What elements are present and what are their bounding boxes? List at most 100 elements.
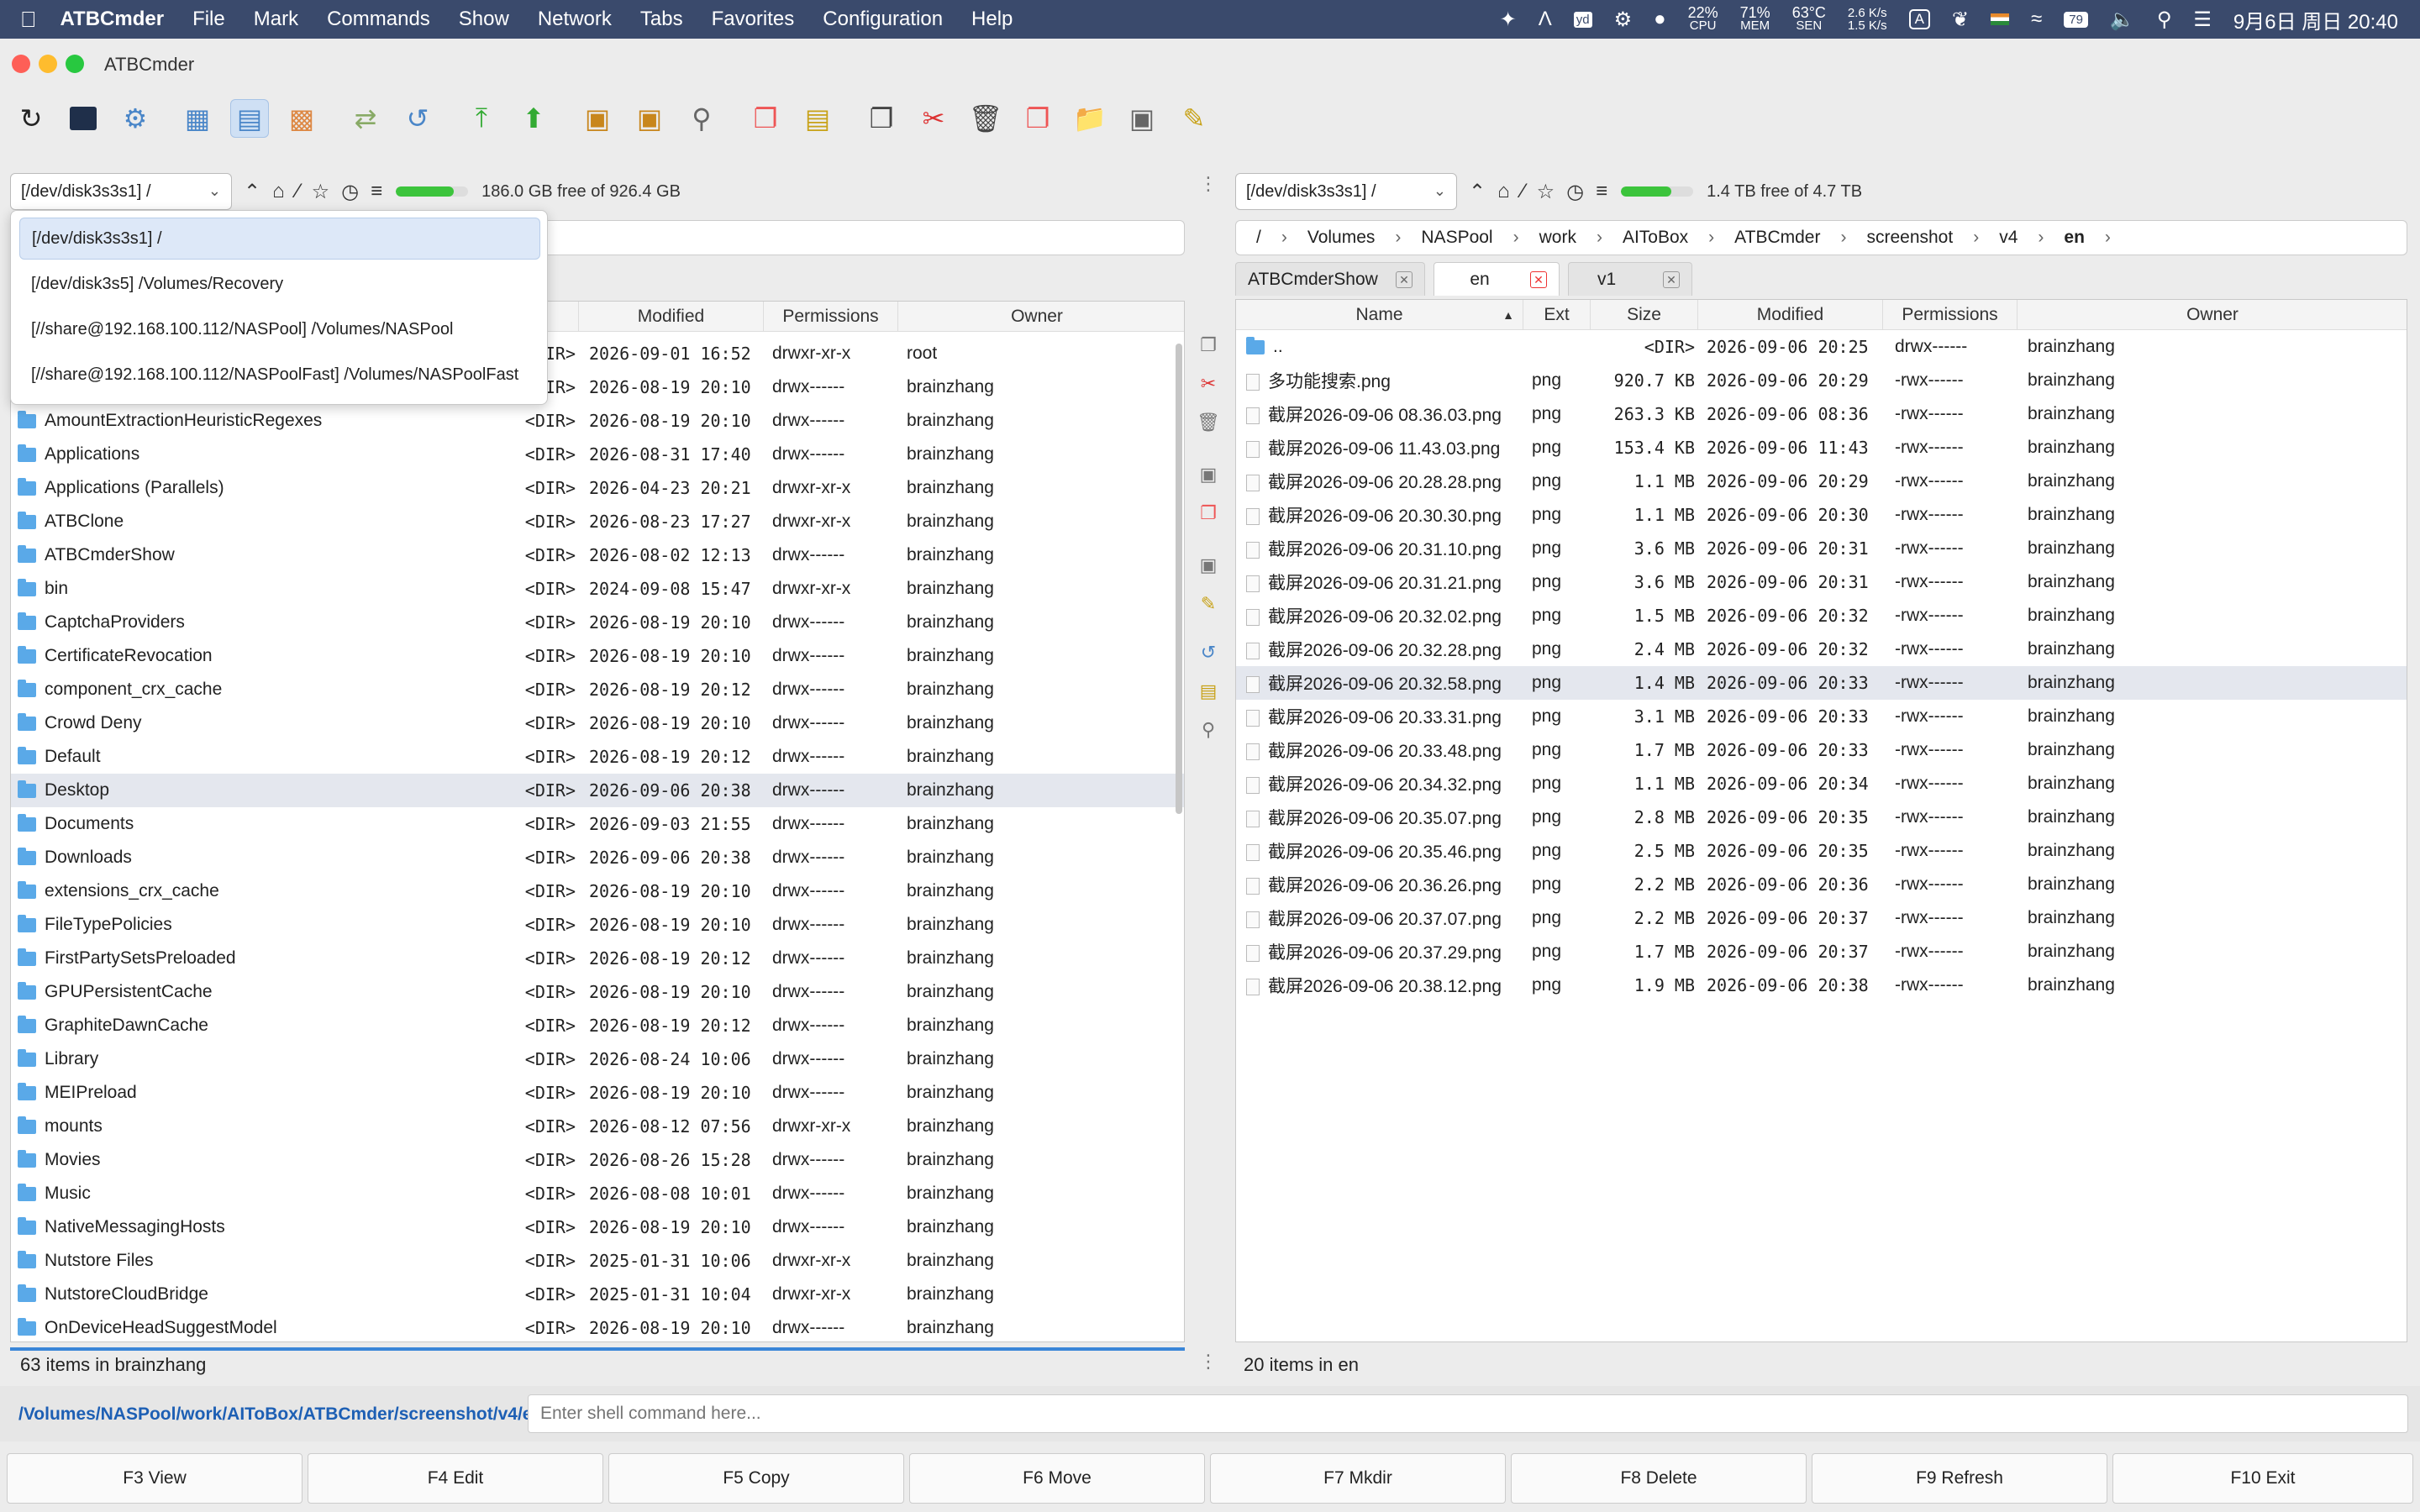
table-row[interactable]: AmountExtractionHeuristicRegexes <DIR> 202… bbox=[11, 404, 1184, 438]
breadcrumb-item[interactable]: v4 bbox=[1999, 228, 2018, 248]
search-icon[interactable]: ⚲ bbox=[2157, 8, 2172, 32]
menu-favorites[interactable]: Favorites bbox=[712, 8, 795, 31]
control-center-icon[interactable]: ☰ bbox=[2193, 8, 2212, 32]
go-up-icon[interactable]: ⬆ bbox=[514, 99, 553, 138]
table-row[interactable]: .. <DIR> 2026-09-06 20:25 drwx------ brainzh… bbox=[1236, 330, 2407, 364]
f3-view-button[interactable]: F3 View bbox=[7, 1453, 302, 1504]
table-row[interactable]: Movies <DIR> 2026-08-26 15:28 drwx------ bra… bbox=[11, 1143, 1184, 1177]
parent-dir-icon[interactable]: ⌃ bbox=[1469, 180, 1486, 204]
refresh-icon[interactable]: ↻ bbox=[12, 99, 50, 138]
drive-option[interactable]: [/dev/disk3s3s1] / bbox=[19, 218, 540, 260]
history-icon[interactable]: ◷ bbox=[341, 180, 359, 204]
table-row[interactable]: 截屏2026-09-06 20.38.12.png png 1.9 MB 2026-0… bbox=[1236, 969, 2407, 1002]
breadcrumb-item[interactable]: Volumes bbox=[1307, 228, 1376, 248]
table-row[interactable]: 截屏2026-09-06 20.35.46.png png 2.5 MB 2026-0… bbox=[1236, 834, 2407, 868]
menu-network[interactable]: Network bbox=[538, 8, 612, 31]
home-icon[interactable]: ⌂ bbox=[1497, 180, 1510, 203]
home-icon[interactable]: ⌂ bbox=[272, 180, 285, 203]
left-col-modified[interactable]: Modified bbox=[579, 302, 764, 332]
root-icon[interactable]: ∕ bbox=[1522, 180, 1525, 203]
input-method-icon[interactable]: A bbox=[1908, 9, 1930, 29]
table-row[interactable]: GPUPersistentCache <DIR> 2026-08-19 20:10 d… bbox=[11, 975, 1184, 1009]
minimize-window-button[interactable] bbox=[39, 55, 57, 73]
unpack-icon[interactable]: ▣ bbox=[630, 99, 669, 138]
table-row[interactable]: 截屏2026-09-06 08.36.03.png png 263.3 KB 2026… bbox=[1236, 397, 2407, 431]
menu-commands[interactable]: Commands bbox=[327, 8, 430, 31]
mid-copy-icon[interactable]: ❐ bbox=[1192, 334, 1225, 356]
table-row[interactable]: NutstoreCloudBridge <DIR> 2025-01-31 10:04… bbox=[11, 1278, 1184, 1311]
table-row[interactable]: Desktop <DIR> 2026-09-06 20:38 drwx------ br… bbox=[11, 774, 1184, 807]
table-row[interactable]: ATBCmderShow <DIR> 2026-08-02 12:13 drwx---… bbox=[11, 538, 1184, 572]
zoom-window-button[interactable] bbox=[66, 55, 84, 73]
table-row[interactable]: Crowd Deny <DIR> 2026-08-19 20:10 drwx-----… bbox=[11, 706, 1184, 740]
font-icon[interactable]: Λ bbox=[1539, 8, 1552, 31]
right-col-ext[interactable]: Ext bbox=[1523, 300, 1591, 330]
table-row[interactable]: 截屏2026-09-06 20.37.29.png png 1.7 MB 2026-0… bbox=[1236, 935, 2407, 969]
volume-icon[interactable]: 🔈 bbox=[2110, 8, 2135, 32]
table-row[interactable]: NativeMessagingHosts <DIR> 2026-08-19 20:1… bbox=[11, 1210, 1184, 1244]
breadcrumb-item[interactable]: screenshot bbox=[1866, 228, 1953, 248]
shell-command-input[interactable] bbox=[528, 1394, 2408, 1433]
close-icon[interactable]: ✕ bbox=[1396, 271, 1413, 288]
notes-icon[interactable]: ▤ bbox=[798, 99, 837, 138]
f10-exit-button[interactable]: F10 Exit bbox=[2112, 1453, 2413, 1504]
table-row[interactable]: Default <DIR> 2026-08-19 20:12 drwx------ br… bbox=[11, 740, 1184, 774]
f6-move-button[interactable]: F6 Move bbox=[909, 1453, 1205, 1504]
table-row[interactable]: Library <DIR> 2026-08-24 10:06 drwx------ br… bbox=[11, 1042, 1184, 1076]
breadcrumb-item[interactable]: AIToBox bbox=[1623, 228, 1688, 248]
compare-dirs-icon[interactable]: ⇄ bbox=[346, 99, 385, 138]
table-row[interactable]: component_crx_cache <DIR> 2026-08-19 20:12… bbox=[11, 673, 1184, 706]
cpu-stat[interactable]: 22% CPU bbox=[1688, 5, 1718, 32]
mid-notes-icon[interactable]: ▤ bbox=[1192, 680, 1225, 702]
full-view-icon[interactable]: ▤ bbox=[230, 99, 269, 138]
history-icon[interactable]: ◷ bbox=[1566, 180, 1584, 204]
sync-dirs-icon[interactable]: ↺ bbox=[398, 99, 437, 138]
battery-indicator[interactable]: 79 bbox=[2064, 11, 2088, 28]
go-root-icon[interactable]: ⤒ bbox=[462, 99, 501, 138]
cut-icon[interactable]: ✂ bbox=[914, 99, 953, 138]
drive-option[interactable]: [//share@192.168.100.112/NASPoolFast] /V… bbox=[19, 354, 540, 396]
table-row[interactable]: 截屏2026-09-06 20.32.28.png png 2.4 MB 2026-0… bbox=[1236, 633, 2407, 666]
menu-configuration[interactable]: Configuration bbox=[823, 8, 943, 31]
apple-icon[interactable]:  bbox=[20, 7, 37, 33]
app-status-icon[interactable]: yd bbox=[1573, 11, 1592, 28]
copy-icon[interactable]: ❐ bbox=[862, 99, 901, 138]
table-row[interactable]: 截屏2026-09-06 20.31.21.png png 3.6 MB 2026-0… bbox=[1236, 565, 2407, 599]
table-row[interactable]: extensions_crx_cache <DIR> 2026-08-19 20:1… bbox=[11, 874, 1184, 908]
terminal-icon[interactable] bbox=[64, 99, 103, 138]
table-row[interactable]: 截屏2026-09-06 20.31.10.png png 3.6 MB 2026-0… bbox=[1236, 532, 2407, 565]
table-row[interactable]: 多功能搜索.png png 920.7 KB 2026-09-06 20:29 -rwx… bbox=[1236, 364, 2407, 397]
right-col-permissions[interactable]: Permissions bbox=[1883, 300, 2018, 330]
table-row[interactable]: mounts <DIR> 2026-08-12 07:56 drwxr-xr-x bra… bbox=[11, 1110, 1184, 1143]
table-row[interactable]: 截屏2026-09-06 20.33.48.png png 1.7 MB 2026-0… bbox=[1236, 733, 2407, 767]
pack-icon[interactable]: ▣ bbox=[578, 99, 617, 138]
breadcrumb-item[interactable]: ATBCmder bbox=[1734, 228, 1820, 248]
sensor-stat[interactable]: 63°C SEN bbox=[1792, 5, 1826, 32]
table-row[interactable]: Applications <DIR> 2026-08-31 17:40 drwx---… bbox=[11, 438, 1184, 471]
new-folder-icon[interactable]: 📁 bbox=[1071, 99, 1109, 138]
drive-option[interactable]: [//share@192.168.100.112/NASPool] /Volum… bbox=[19, 308, 540, 350]
close-window-button[interactable] bbox=[12, 55, 30, 73]
table-row[interactable]: CertificateRevocation <DIR> 2026-08-19 20:… bbox=[11, 639, 1184, 673]
table-row[interactable]: 截屏2026-09-06 20.37.07.png png 2.2 MB 2026-0… bbox=[1236, 901, 2407, 935]
menu-mark[interactable]: Mark bbox=[254, 8, 298, 31]
root-icon[interactable]: ∕ bbox=[297, 180, 300, 203]
table-row[interactable]: ATBClone <DIR> 2026-08-23 17:27 drwxr-xr-x b… bbox=[11, 505, 1184, 538]
left-col-owner[interactable]: Owner bbox=[898, 302, 1176, 332]
breadcrumb-item[interactable]: NASPool bbox=[1421, 228, 1492, 248]
sparkle-icon[interactable]: ✦ bbox=[1500, 8, 1517, 32]
search-files-icon[interactable]: ⚲ bbox=[682, 99, 721, 138]
edit-icon[interactable]: ✎ bbox=[1175, 99, 1213, 138]
tab-en[interactable]: en ✕ bbox=[1434, 262, 1560, 296]
panel-splitter-icon[interactable]: ⋮ bbox=[1192, 173, 1225, 195]
right-col-owner[interactable]: Owner bbox=[2018, 300, 2407, 330]
right-col-modified[interactable]: Modified bbox=[1698, 300, 1883, 330]
preview-icon[interactable]: ▣ bbox=[1123, 99, 1161, 138]
table-row[interactable]: 截屏2026-09-06 20.36.26.png png 2.2 MB 2026-0… bbox=[1236, 868, 2407, 901]
table-row[interactable]: 截屏2026-09-06 20.30.30.png png 1.1 MB 2026-0… bbox=[1236, 498, 2407, 532]
right-drive-select[interactable]: [/dev/disk3s3s1] / ⌄ bbox=[1235, 173, 1457, 210]
mid-delete-icon[interactable]: 🗑 bbox=[1192, 412, 1225, 433]
right-col-size[interactable]: Size bbox=[1591, 300, 1698, 330]
mid-cut-icon[interactable]: ✂ bbox=[1192, 373, 1225, 395]
table-row[interactable]: 截屏2026-09-06 20.28.28.png png 1.1 MB 2026-0… bbox=[1236, 465, 2407, 498]
